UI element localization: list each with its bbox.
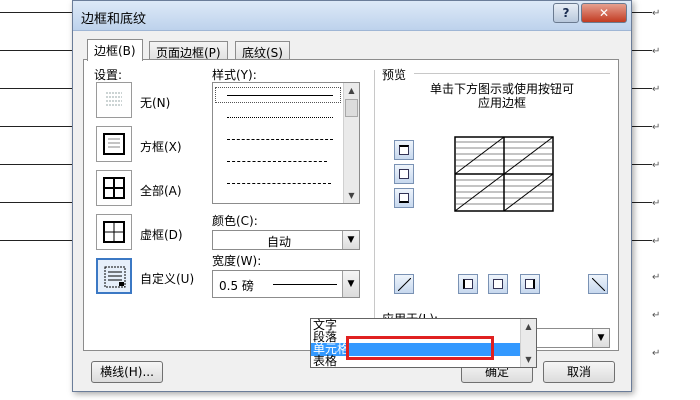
bottom-border-icon — [399, 193, 409, 203]
line-style-dash-dot[interactable] — [227, 183, 331, 184]
section-divider — [374, 70, 375, 340]
style-scrollbar[interactable]: ▲ ▼ — [343, 83, 359, 203]
inside-horizontal-border-icon — [399, 169, 409, 179]
diagonal-down-icon — [592, 278, 605, 291]
top-border-button[interactable] — [394, 140, 414, 160]
tab-page-border[interactable]: 页面边框(P) — [149, 41, 228, 60]
width-line-sample — [273, 284, 337, 285]
color-value: 自动 — [267, 235, 292, 249]
dropdown-scrollbar[interactable]: ▲ ▼ — [520, 319, 536, 367]
table-line — [0, 12, 72, 13]
tab-borders[interactable]: 边框(B) — [87, 39, 143, 61]
table-line — [630, 50, 652, 51]
bottom-border-button[interactable] — [394, 188, 414, 208]
preview-divider — [414, 73, 610, 74]
dialog-titlebar[interactable]: 边框和底纹 ? ✕ — [73, 1, 631, 31]
paragraph-mark-icon: ↵ — [652, 272, 661, 283]
setting-custom-button[interactable] — [96, 258, 132, 294]
paragraph-mark-icon: ↵ — [652, 122, 661, 133]
paragraph-mark-icon: ↵ — [652, 348, 661, 359]
scroll-up-icon[interactable]: ▲ — [344, 83, 359, 98]
setting-grid-button[interactable] — [96, 214, 132, 250]
style-label: 样式(Y): — [212, 68, 257, 82]
setting-all-label: 全部(A) — [140, 184, 182, 198]
scroll-thumb[interactable] — [345, 99, 358, 117]
settings-label: 设置: — [94, 68, 123, 82]
table-line — [630, 88, 652, 89]
top-border-icon — [399, 145, 409, 155]
inside-horizontal-border-button[interactable] — [394, 164, 414, 184]
scroll-down-icon[interactable]: ▼ — [521, 352, 536, 367]
cancel-button[interactable]: 取消 — [543, 361, 615, 383]
borders-tab-panel: 设置: 无(N) 方框(X) 全部(A) 虚框(D) 自定义(U) 样式(Y):… — [83, 59, 619, 351]
setting-box-label: 方框(X) — [140, 140, 182, 154]
none-border-icon — [106, 92, 122, 106]
table-line — [630, 202, 652, 203]
table-line — [0, 164, 72, 165]
red-highlight-annotation — [346, 336, 494, 360]
scroll-down-icon[interactable]: ▼ — [344, 188, 359, 203]
paragraph-mark-icon: ↵ — [652, 236, 661, 247]
dialog-title: 边框和底纹 — [81, 12, 147, 27]
width-select[interactable]: 0.5 磅 ▼ — [212, 270, 360, 298]
horizontal-line-button[interactable]: 横线(H)... — [91, 361, 163, 383]
table-line — [630, 240, 652, 241]
color-select[interactable]: 自动 ▼ — [212, 230, 360, 250]
setting-grid-label: 虚框(D) — [140, 228, 183, 242]
table-line — [0, 126, 72, 127]
chevron-down-icon[interactable]: ▼ — [342, 271, 359, 297]
line-style-dotted[interactable] — [227, 117, 333, 118]
table-line — [630, 12, 652, 13]
right-border-button[interactable] — [520, 274, 540, 294]
paragraph-mark-icon: ↵ — [652, 198, 661, 209]
chevron-down-icon[interactable]: ▼ — [592, 329, 609, 347]
box-border-icon — [103, 133, 125, 155]
width-label: 宽度(W): — [212, 254, 262, 268]
width-value: 0.5 磅 — [219, 279, 254, 293]
diagonal-down-border-button[interactable] — [588, 274, 608, 294]
table-line — [630, 164, 652, 165]
close-button[interactable]: ✕ — [581, 3, 627, 23]
color-label: 颜色(C): — [212, 214, 258, 228]
table-line — [0, 202, 72, 203]
all-border-icon — [103, 177, 125, 199]
left-border-button[interactable] — [458, 274, 478, 294]
line-style-long-dash[interactable] — [227, 161, 327, 162]
setting-none-label: 无(N) — [140, 96, 171, 110]
table-line — [0, 50, 72, 51]
border-preview-diagram[interactable] — [454, 136, 554, 212]
table-line — [0, 88, 72, 89]
setting-all-button[interactable] — [96, 170, 132, 206]
scroll-up-icon[interactable]: ▲ — [521, 319, 536, 334]
setting-box-button[interactable] — [96, 126, 132, 162]
help-button[interactable]: ? — [553, 3, 579, 23]
left-border-icon — [463, 279, 473, 289]
paragraph-mark-icon: ↵ — [652, 310, 661, 321]
paragraph-mark-icon: ↵ — [652, 8, 661, 19]
grid-border-icon — [103, 221, 125, 243]
line-style-listbox[interactable]: ▲ ▼ — [212, 82, 360, 204]
line-style-solid[interactable] — [227, 95, 333, 96]
setting-none-button[interactable] — [96, 82, 132, 118]
paragraph-mark-icon: ↵ — [652, 46, 661, 57]
diagonal-up-border-button[interactable] — [394, 274, 414, 294]
diagonal-up-icon — [398, 278, 411, 291]
table-line — [630, 126, 652, 127]
setting-custom-label: 自定义(U) — [140, 272, 195, 286]
line-style-dashed[interactable] — [227, 139, 333, 140]
right-border-icon — [525, 279, 535, 289]
custom-border-icon — [104, 266, 126, 288]
paragraph-mark-icon: ↵ — [652, 84, 661, 95]
table-line — [0, 240, 72, 241]
preview-label: 预览 — [382, 68, 407, 82]
inside-vertical-border-button[interactable] — [488, 274, 508, 294]
tab-shading[interactable]: 底纹(S) — [235, 41, 290, 60]
inside-vertical-border-icon — [493, 279, 503, 289]
preview-hint: 单击下方图示或使用按钮可 应用边框 — [429, 82, 574, 110]
paragraph-mark-icon: ↵ — [652, 160, 661, 171]
chevron-down-icon[interactable]: ▼ — [342, 231, 359, 249]
